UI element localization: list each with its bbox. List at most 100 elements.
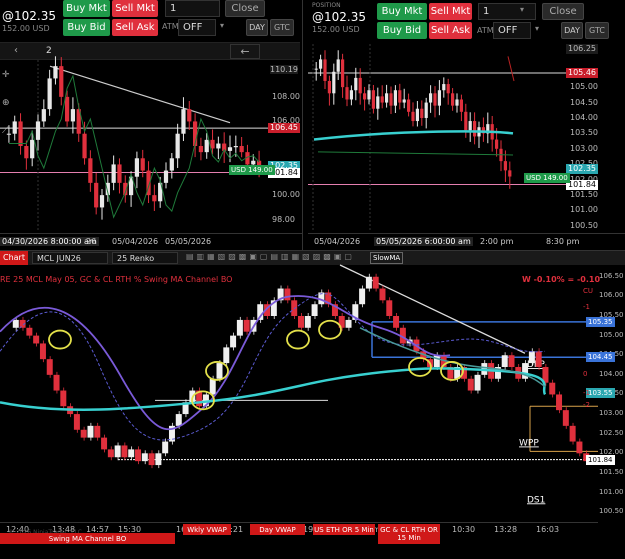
candle-body — [140, 158, 145, 171]
candle-body — [332, 71, 336, 94]
renko-brick — [141, 453, 148, 462]
price-level-tag: 105.35 — [586, 316, 615, 327]
right-atm-label: ATM — [477, 26, 494, 35]
chart-tab[interactable]: Chart — [0, 251, 28, 265]
time-tick: 10:30 — [452, 525, 476, 534]
right-buy-bid-button[interactable]: Buy Bid — [377, 22, 427, 39]
indicator-button[interactable]: SlowMA — [370, 252, 404, 264]
left-atm-select[interactable]: OFF — [178, 19, 216, 36]
left-buy-bid-button[interactable]: Buy Bid — [63, 19, 110, 36]
left-bar-period[interactable]: 2 — [46, 46, 52, 56]
candle-body — [82, 133, 87, 159]
renko-brick — [379, 288, 386, 301]
candle-body — [508, 170, 512, 177]
right-gtc-button[interactable]: GTC — [585, 22, 609, 39]
price-tick: 103.00 — [570, 143, 598, 153]
toolbar-tools-icon[interactable]: ▤▥▦▧▨▩▣▢▤▥▦▧▨▩▣▢ — [186, 252, 355, 261]
candle-body — [323, 59, 327, 81]
renko-brick — [148, 453, 155, 466]
right-buy-mkt-button[interactable]: Buy Mkt — [377, 3, 427, 20]
usd-pnl-tag: USD 149.00 — [524, 173, 570, 184]
right-qty-chevron-icon[interactable]: ▾ — [520, 5, 524, 14]
renko-brick — [128, 449, 135, 458]
price-tick: 105.00 — [570, 82, 598, 92]
candle-body — [437, 90, 441, 106]
left-x-label: 05/05/2026 — [165, 237, 212, 246]
renko-brick — [501, 355, 508, 367]
left-close-button[interactable]: Close — [225, 0, 265, 17]
candle-body — [181, 109, 186, 134]
usd-pnl-tag: USD 149.00 — [229, 164, 275, 175]
candle-body — [371, 90, 375, 109]
left-x-label: 04/30/2026 8:00:00 am — [0, 237, 99, 246]
price-level-tag: 103.55 — [586, 387, 615, 398]
right-x-label: 2:00 pm — [480, 237, 514, 246]
candle-body — [455, 99, 459, 106]
price-tick: 101.50 — [570, 190, 598, 200]
bar-type-select[interactable]: 25 Renko — [112, 252, 178, 264]
instrument-select[interactable]: MCL JUN26 — [32, 252, 108, 264]
left-x-label: 05/04/2026 — [112, 237, 159, 246]
candle-body — [415, 108, 419, 122]
candle-body — [18, 121, 23, 146]
price-tick: 100.50 — [570, 220, 598, 230]
left-sell-ask-button[interactable]: Sell Ask — [112, 19, 158, 36]
left-day-button[interactable]: DAY — [246, 19, 268, 36]
right-sell-mkt-button[interactable]: Sell Mkt — [429, 3, 472, 20]
price-tick: 104.00 — [570, 112, 598, 122]
candle-body — [345, 87, 349, 100]
left-sell-mkt-button[interactable]: Sell Mkt — [112, 0, 158, 17]
price-tick: 98.00 — [272, 214, 295, 224]
offset-tag: 0 — [583, 369, 588, 378]
candle-body — [376, 96, 380, 109]
right-close-button[interactable]: Close — [542, 3, 584, 20]
renko-brick — [284, 288, 291, 301]
candle-body — [152, 195, 157, 202]
last-price-tag: 101.84 — [586, 454, 615, 465]
offset-tag: -2 — [583, 401, 590, 410]
sell-marker — [507, 56, 515, 82]
candle-body — [163, 170, 169, 183]
price-tick: 102.50 — [599, 428, 624, 437]
renko-brick — [223, 347, 230, 364]
candle-body — [341, 59, 345, 88]
renko-brick — [175, 414, 182, 426]
renko-brick — [135, 449, 142, 462]
left-gtc-button[interactable]: GTC — [270, 19, 294, 36]
candle-body — [446, 84, 450, 94]
time-tick: 13:28 — [494, 525, 518, 534]
right-qty-input[interactable]: 1 — [478, 3, 536, 20]
price-tick: 101.84 — [566, 179, 598, 190]
candle-body — [99, 195, 105, 208]
candle-body — [35, 121, 41, 140]
candle-body — [424, 102, 428, 118]
left-qty-input[interactable]: 1 — [165, 0, 220, 17]
right-sell-ask-button[interactable]: Sell Ask — [429, 22, 472, 39]
candle-body — [12, 121, 17, 134]
right-day-button[interactable]: DAY — [561, 22, 583, 39]
candle-body — [41, 109, 46, 122]
renko-brick — [230, 335, 237, 348]
left-arrow-left-icon[interactable]: ← — [230, 44, 260, 59]
left-price-chart — [0, 56, 268, 232]
left-chart-toolbar: ‹ 2 ← — [0, 42, 300, 60]
right-price-chart — [308, 44, 566, 232]
candle-body — [459, 99, 463, 112]
left-buy-mkt-button[interactable]: Buy Mkt — [63, 0, 110, 17]
candle-body — [495, 139, 499, 149]
price-tick: 100.00 — [272, 190, 300, 200]
price-tick: 106.50 — [599, 271, 624, 280]
right-atm-select[interactable]: OFF — [493, 22, 531, 39]
signal-circle — [318, 319, 342, 340]
price-tick: 100.50 — [599, 507, 624, 516]
left-chevron-left-icon[interactable]: ‹ — [14, 45, 18, 56]
wkly-vwap-tag: Wkly VWAP — [183, 524, 231, 535]
time-tick: 16:03 — [536, 525, 560, 534]
candle-body — [358, 77, 362, 94]
left-atm-chevron-icon[interactable]: ▾ — [220, 21, 224, 30]
offset-tag: -1 — [583, 389, 590, 398]
candle-body — [216, 143, 221, 149]
cu-tag: CU — [583, 287, 594, 296]
us-eth-or-tag: US ETH OR 5 Min — [313, 524, 375, 535]
right-atm-chevron-icon[interactable]: ▾ — [535, 24, 539, 33]
